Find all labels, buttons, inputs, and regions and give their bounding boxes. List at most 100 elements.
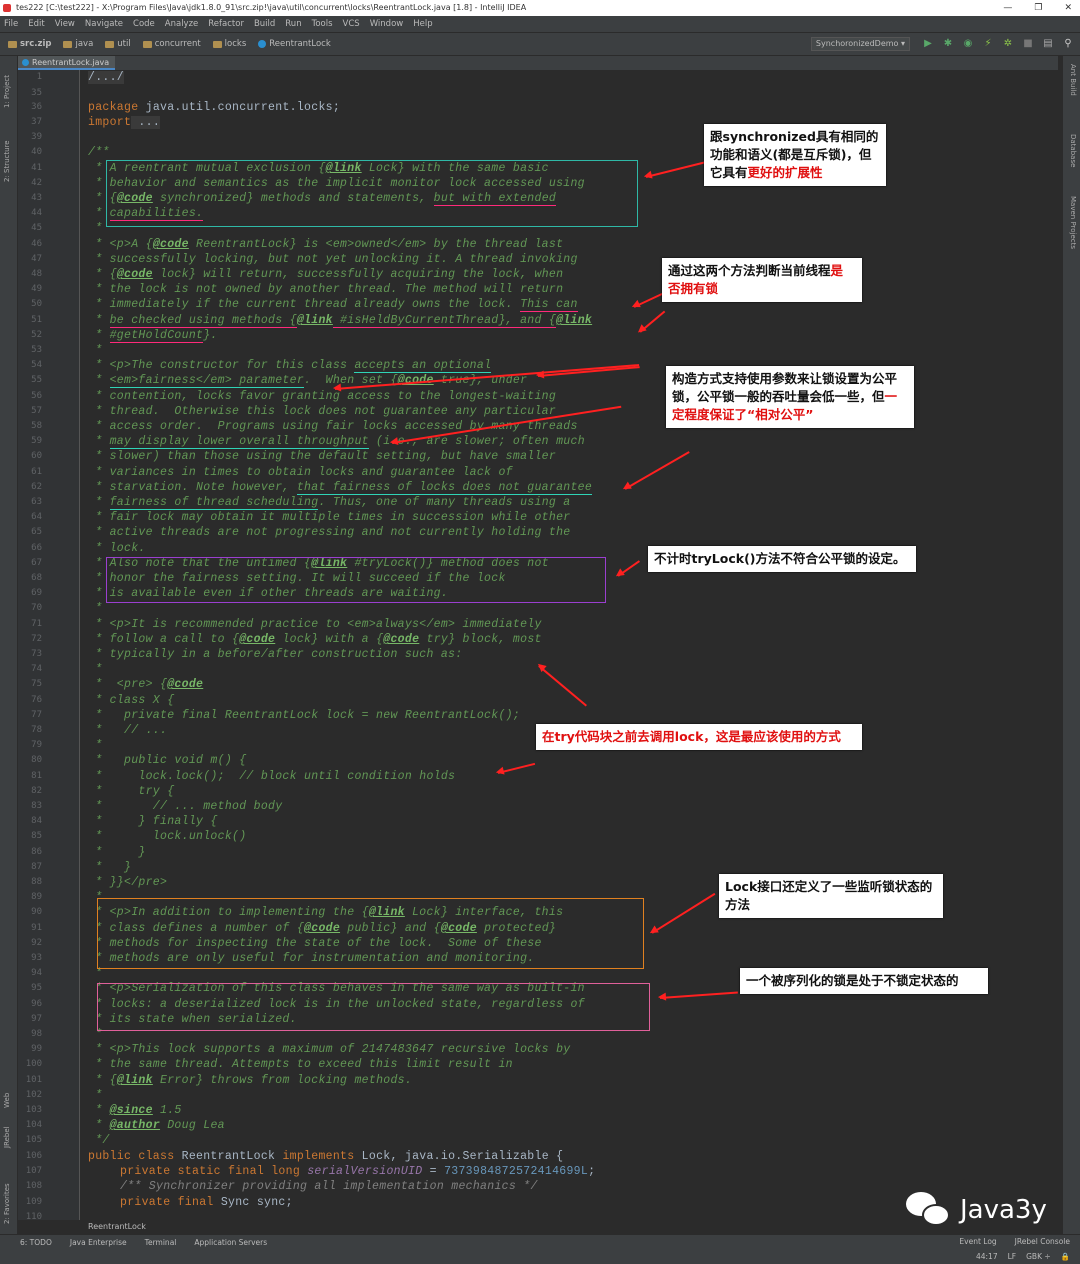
tool-ant-build[interactable]: Ant Build (1069, 64, 1077, 96)
menu-edit[interactable]: Edit (28, 16, 44, 32)
tool-java-enterprise[interactable]: Java Enterprise (70, 1238, 127, 1247)
code-line: * (88, 663, 103, 676)
menu-navigate[interactable]: Navigate (85, 16, 123, 32)
line-number: 47 (31, 254, 42, 264)
search-icon[interactable]: ⚲ (1062, 38, 1074, 50)
line-number: 37 (31, 117, 42, 127)
tool-database[interactable]: Database (1069, 134, 1077, 167)
tool-terminal[interactable]: Terminal (145, 1238, 177, 1247)
line-number: 109 (25, 1197, 42, 1207)
code-line: * successfully locking, but not yet unlo… (88, 253, 578, 266)
line-number: 81 (31, 771, 42, 781)
highlight-box-pink (97, 983, 650, 1031)
menu-refactor[interactable]: Refactor (208, 16, 244, 32)
stop-icon[interactable]: ■ (1022, 38, 1034, 50)
tool-project[interactable]: 1: Project (3, 75, 11, 108)
tool-web[interactable]: Web (3, 1093, 11, 1108)
lock-icon[interactable]: 🔒 (1061, 1250, 1070, 1264)
code-line: * // ... (88, 724, 168, 737)
code-line: * try { (88, 785, 175, 798)
highlight-box-purple (106, 557, 606, 603)
highlight-box-orange (97, 898, 644, 969)
line-number: 83 (31, 801, 42, 811)
code-line: * typically in a before/after constructi… (88, 648, 463, 661)
crumb-util[interactable]: util (105, 39, 131, 49)
line-number: 94 (31, 968, 42, 978)
menu-analyze[interactable]: Analyze (165, 16, 199, 32)
close-button[interactable]: ✕ (1064, 0, 1072, 16)
line-separator[interactable]: LF (1008, 1250, 1017, 1264)
window-titlebar: tes222 [C:\test222] - X:\Program Files\J… (0, 0, 1080, 16)
line-number: 64 (31, 512, 42, 522)
line-number: 98 (31, 1029, 42, 1039)
line-number: 103 (25, 1105, 42, 1115)
tool-maven[interactable]: Maven Projects (1069, 196, 1077, 249)
tab-reentrantlock[interactable]: ReentrantLock.java (18, 56, 116, 70)
code-line: * #getHoldCount}. (88, 329, 218, 343)
code-line: * } (88, 846, 146, 859)
code-line: /.../ (88, 71, 125, 84)
line-number: 76 (31, 695, 42, 705)
code-line: * <p>This lock supports a maximum of 214… (88, 1043, 571, 1056)
line-number: 102 (25, 1090, 42, 1100)
menu-vcs[interactable]: VCS (343, 16, 360, 32)
annotation-note: 一个被序列化的锁是处于不锁定状态的 (740, 968, 988, 994)
coverage-icon[interactable]: ◉ (962, 38, 974, 50)
menu-file[interactable]: File (4, 16, 18, 32)
code-line: * <em>fairness</em> parameter. When set … (88, 374, 528, 388)
code-line: * (88, 222, 103, 235)
line-number: 104 (25, 1120, 42, 1130)
tool-event-log[interactable]: Event Log (959, 1237, 996, 1246)
tool-favorites[interactable]: 2: Favorites (3, 1183, 11, 1224)
tool-structure[interactable]: 2: Structure (3, 140, 11, 182)
tool-jrebel[interactable]: JRebel (3, 1126, 11, 1148)
crumb-java[interactable]: java (63, 39, 93, 49)
caret-position[interactable]: 44:17 (976, 1250, 998, 1264)
line-number: 36 (31, 102, 42, 112)
crumb-src-zip[interactable]: src.zip (8, 39, 51, 49)
code-line: * variances in times to obtain locks and… (88, 466, 513, 479)
line-number: 86 (31, 847, 42, 857)
code-line: * class X { (88, 694, 175, 707)
menu-view[interactable]: View (55, 16, 75, 32)
tool-jrebel-console[interactable]: JRebel Console (1015, 1237, 1070, 1246)
file-encoding[interactable]: GBK ÷ (1026, 1250, 1051, 1264)
line-number: 77 (31, 710, 42, 720)
line-number: 55 (31, 375, 42, 385)
menu-build[interactable]: Build (254, 16, 275, 32)
line-number: 40 (31, 147, 42, 157)
menu-window[interactable]: Window (370, 16, 404, 32)
jrebel-run-icon[interactable]: ⚡ (982, 38, 994, 50)
line-number: 45 (31, 223, 42, 233)
menu-code[interactable]: Code (133, 16, 155, 32)
line-number: 48 (31, 269, 42, 279)
crumb-concurrent[interactable]: concurrent (142, 39, 201, 49)
debug-icon[interactable]: ✱ (942, 38, 954, 50)
code-line: * lock.lock(); // block until condition … (88, 770, 456, 783)
code-line: * (88, 344, 103, 357)
layout-icon[interactable]: ▤ (1042, 38, 1054, 50)
minimize-button[interactable]: — (1003, 0, 1012, 16)
menu-tools[interactable]: Tools (312, 16, 333, 32)
line-number: 54 (31, 360, 42, 370)
tool-application-servers[interactable]: Application Servers (194, 1238, 267, 1247)
editor-tab-bar: ReentrantLock.java (18, 56, 1058, 70)
crumb-reentrantlock[interactable]: ReentrantLock (258, 39, 331, 49)
jrebel-debug-icon[interactable]: ✲ (1002, 38, 1014, 50)
run-icon[interactable]: ▶ (922, 38, 934, 50)
crumb-locks[interactable]: locks (212, 39, 246, 49)
code-line: * immediately if the current thread alre… (88, 298, 578, 312)
maximize-button[interactable]: ❐ (1034, 0, 1042, 16)
run-configuration-select[interactable]: SynchoronizedDemo ▾ (810, 37, 910, 51)
window-title: tes222 [C:\test222] - X:\Program Files\J… (16, 3, 527, 12)
code-line: * }}</pre> (88, 876, 168, 889)
line-number: 46 (31, 239, 42, 249)
watermark-text: Java3y (960, 1195, 1047, 1225)
arrow (645, 161, 705, 178)
menu-run[interactable]: Run (285, 16, 301, 32)
line-number: 1 (36, 72, 42, 82)
line-number: 107 (25, 1166, 42, 1176)
menu-help[interactable]: Help (413, 16, 432, 32)
tool-todo[interactable]: 6: TODO (20, 1238, 52, 1247)
line-number: 49 (31, 284, 42, 294)
